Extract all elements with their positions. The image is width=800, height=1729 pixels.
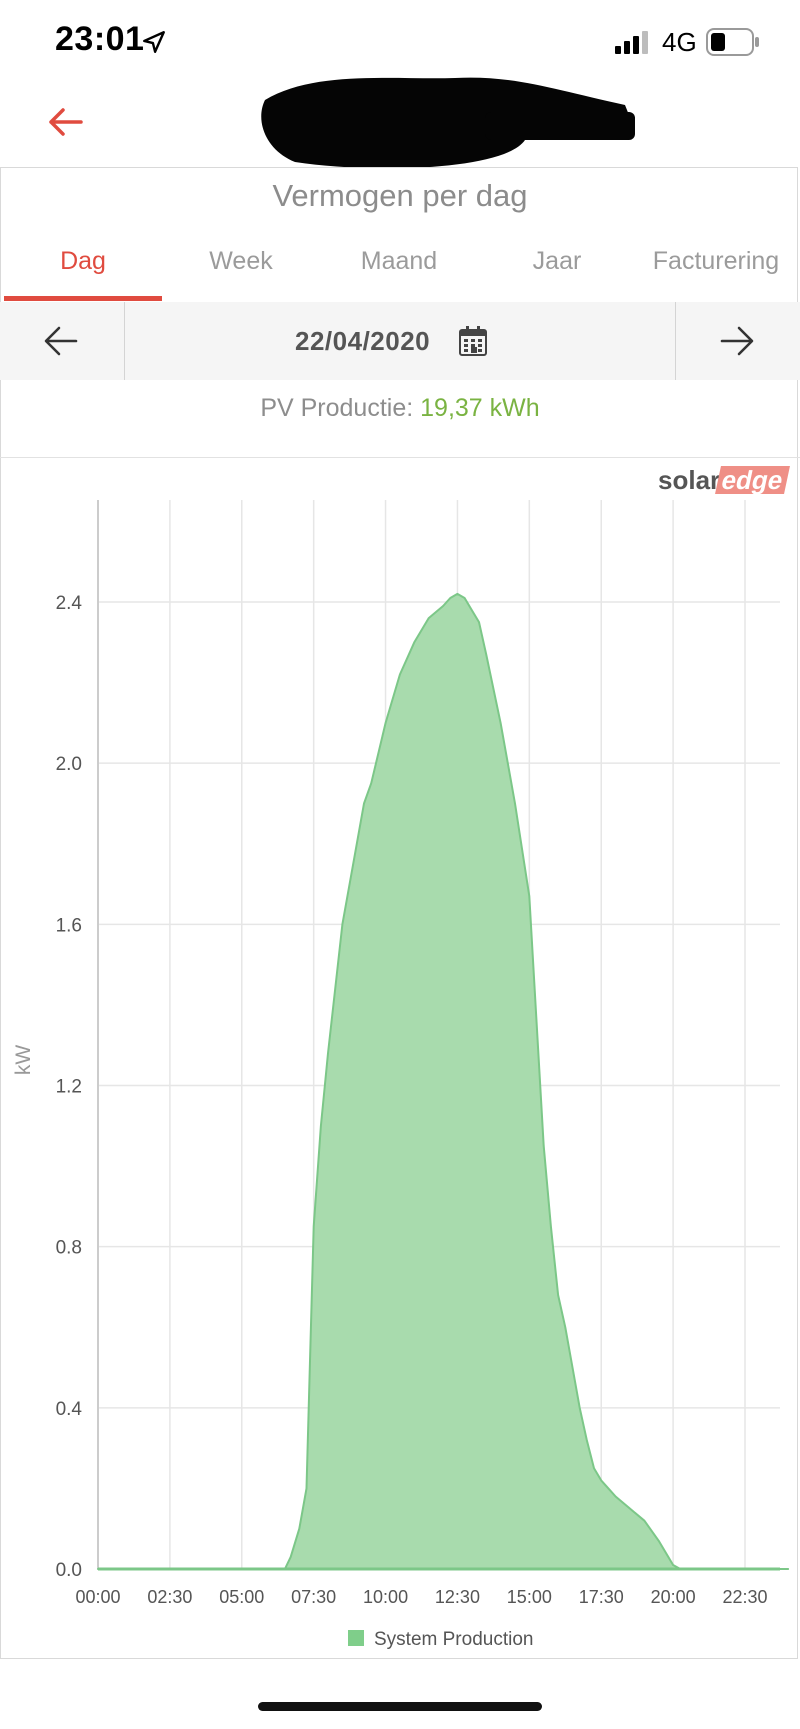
- legend-label[interactable]: System Production: [374, 1629, 533, 1650]
- y-axis-label: kW: [12, 1045, 35, 1076]
- y-tick-label: 2.0: [56, 754, 82, 775]
- y-tick-label: 2.4: [56, 593, 83, 614]
- series-area-system-production: [97, 592, 790, 1570]
- y-tick-label: 1.2: [56, 1077, 82, 1098]
- next-day-button[interactable]: [675, 302, 800, 380]
- production-chart: 0.0 0.4 0.8 1.2 1.6 2.0 2.4 00:00 02:30 05:00 07:3…: [12, 500, 790, 1650]
- x-tick-label: 02:30: [147, 1587, 192, 1607]
- selected-date[interactable]: 22/04/2020: [295, 326, 430, 357]
- arrow-right-icon: [720, 326, 754, 356]
- page-title: Vermogen per dag: [272, 178, 528, 213]
- period-tabs: Dag Week Maand Jaar Facturering: [0, 244, 800, 304]
- arrow-left-icon[interactable]: [45, 102, 85, 142]
- y-tick-label: 1.6: [56, 915, 82, 936]
- tab-facturering[interactable]: Facturering: [636, 244, 796, 302]
- tab-jaar[interactable]: Jaar: [478, 244, 636, 302]
- x-tick-label: 20:00: [651, 1587, 696, 1607]
- redaction-scribble: [261, 77, 635, 169]
- status-time: 23:01: [55, 20, 145, 58]
- previous-day-button[interactable]: [0, 302, 125, 380]
- x-tick-label: 07:30: [291, 1587, 336, 1607]
- legend-swatch: [348, 1630, 364, 1646]
- tab-dag[interactable]: Dag: [4, 244, 162, 302]
- arrow-left-icon: [44, 326, 78, 356]
- signal-bars-icon: [615, 31, 648, 54]
- x-tick-label: 15:00: [507, 1587, 552, 1607]
- calendar-icon[interactable]: [459, 326, 487, 356]
- x-tick-label: 00:00: [75, 1587, 120, 1607]
- y-tick-label: 0.0: [56, 1560, 82, 1581]
- x-tick-label: 10:00: [363, 1587, 408, 1607]
- production-summary: PV Productie: 19,37 kWh: [0, 394, 800, 423]
- home-indicator[interactable]: [258, 1702, 542, 1711]
- x-tick-label: 12:30: [435, 1587, 480, 1607]
- y-tick-label: 0.8: [56, 1238, 82, 1259]
- y-tick-label: 0.4: [56, 1399, 83, 1420]
- x-tick-label: 17:30: [579, 1587, 624, 1607]
- tab-maand[interactable]: Maand: [320, 244, 478, 302]
- x-tick-label: 05:00: [219, 1587, 264, 1607]
- active-tab-indicator: [4, 296, 162, 301]
- location-arrow-icon: [143, 31, 165, 53]
- divider: [0, 457, 800, 458]
- battery-icon: [706, 28, 759, 56]
- tab-week[interactable]: Week: [162, 244, 320, 302]
- date-navigator: 22/04/2020: [0, 302, 800, 380]
- network-label: 4G: [662, 27, 697, 57]
- production-value: 19,37 kWh: [420, 394, 540, 422]
- x-tick-label: 22:30: [722, 1587, 767, 1607]
- production-label: PV Productie:: [260, 394, 414, 422]
